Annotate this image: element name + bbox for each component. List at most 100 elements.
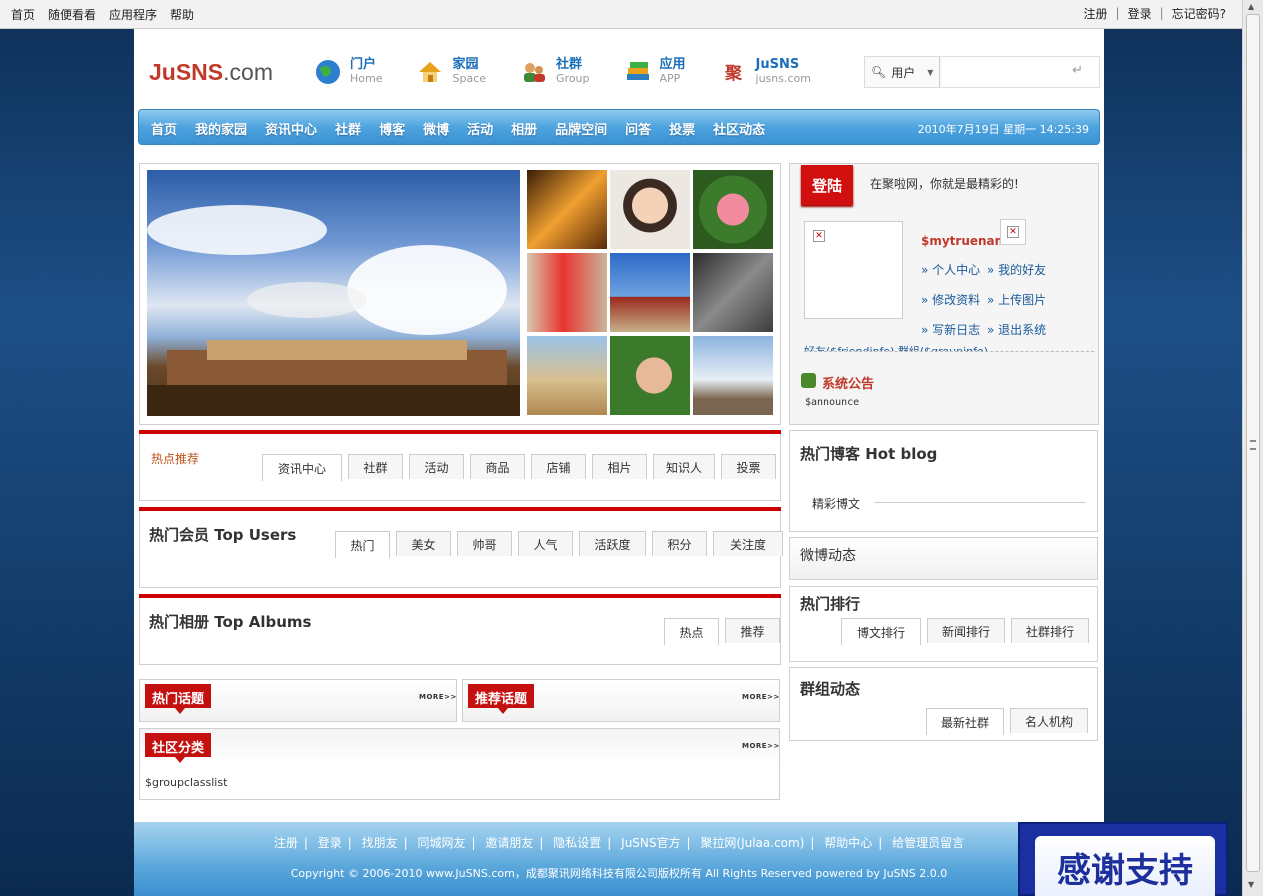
footer-link-find-friends[interactable]: 找朋友 <box>362 836 398 850</box>
thumb-photo-5[interactable] <box>610 253 690 332</box>
top-link-forgot[interactable]: 忘记密码? <box>1172 5 1226 22</box>
rec-topics-more[interactable]: MORE>> <box>742 693 780 701</box>
tab-celebrity[interactable]: 名人机构 <box>1010 708 1088 733</box>
nav-item-album[interactable]: 相册 <box>511 119 537 138</box>
link-edit-profile[interactable]: » 修改资料 <box>921 291 987 308</box>
tab-latest-group[interactable]: 最新社群 <box>926 708 1004 735</box>
friend-group-info[interactable]: 好友($friendinfo) 群组($groupinfo) <box>804 343 1094 352</box>
footer-link-julaa[interactable]: 聚拉网(Julaa.com) <box>700 836 804 850</box>
nav-item-community[interactable]: 社区动态 <box>713 119 765 138</box>
footer-link-local[interactable]: 同城网友 <box>417 836 465 850</box>
tab-beauty[interactable]: 美女 <box>396 531 451 556</box>
link-write-blog[interactable]: » 写新日志 <box>921 321 987 338</box>
portal-app[interactable]: 应用 APP <box>624 57 686 86</box>
nav-item-qa[interactable]: 问答 <box>625 119 651 138</box>
top-link-apps[interactable]: 应用程序 <box>109 6 157 23</box>
footer-link-invite[interactable]: 邀请朋友 <box>485 836 533 850</box>
tab-popular[interactable]: 人气 <box>518 531 573 556</box>
nav-item-event[interactable]: 活动 <box>467 119 493 138</box>
link-logout[interactable]: » 退出系统 <box>987 321 1067 338</box>
tab-event[interactable]: 活动 <box>409 454 464 479</box>
footer-link-message-admin[interactable]: 给管理员留言 <box>892 836 964 850</box>
thumb-photo-4[interactable] <box>527 253 607 332</box>
footer-link-official[interactable]: JuSNS官方 <box>621 836 680 850</box>
tab-hot[interactable]: 热门 <box>335 531 390 558</box>
footer-link-login[interactable]: 登录 <box>318 836 342 850</box>
tab-news-rank[interactable]: 新闻排行 <box>927 618 1005 643</box>
hot-blog-title: 热门博客 Hot blog <box>800 445 938 463</box>
nav-item-group[interactable]: 社群 <box>335 119 361 138</box>
separator: | <box>1159 6 1164 20</box>
tab-group-rank[interactable]: 社群排行 <box>1011 618 1089 643</box>
tab-expert[interactable]: 知识人 <box>653 454 715 479</box>
separator: | <box>1115 6 1120 20</box>
thanks-text: 感谢支持 <box>1035 836 1215 896</box>
hot-topics-tag[interactable]: 热门话题 <box>145 684 212 714</box>
tab-photo[interactable]: 相片 <box>592 454 647 479</box>
link-personal-center[interactable]: » 个人中心 <box>921 261 987 278</box>
tab-handsome[interactable]: 帅哥 <box>457 531 512 556</box>
broken-image-icon: ✕ <box>1000 219 1026 245</box>
tab-blog-rank[interactable]: 博文排行 <box>841 618 921 645</box>
tab-group[interactable]: 社群 <box>348 454 403 479</box>
hot-topics-more[interactable]: MORE>> <box>419 693 457 701</box>
top-link-register[interactable]: 注册 <box>1084 5 1108 22</box>
nav-item-home[interactable]: 首页 <box>151 119 177 138</box>
portal-jusns[interactable]: 聚 JuSNS jusns.com <box>720 57 811 86</box>
thanks-banner[interactable]: 感谢支持 <box>1018 822 1228 896</box>
users-icon <box>520 58 548 86</box>
nav-item-blog[interactable]: 博客 <box>379 119 405 138</box>
community-tag[interactable]: 社区分类 <box>145 733 212 763</box>
footer-link-register[interactable]: 注册 <box>274 836 298 850</box>
tab-activity[interactable]: 活跃度 <box>579 531 646 556</box>
portal-home[interactable]: 门户 Home <box>314 57 382 86</box>
portal-group[interactable]: 社群 Group <box>520 57 590 86</box>
thumb-photo-7[interactable] <box>527 336 607 415</box>
footer-link-privacy[interactable]: 隐私设置 <box>553 836 601 850</box>
globe-icon <box>314 58 342 86</box>
tab-albums-hot[interactable]: 热点 <box>664 618 719 645</box>
portal-jusns-title: JuSNS <box>755 57 800 72</box>
tab-news[interactable]: 资讯中心 <box>262 454 342 481</box>
site-logo[interactable]: JuSNS.com <box>149 59 273 86</box>
link-upload-photo[interactable]: » 上传图片 <box>987 291 1067 308</box>
chevron-down-icon: ▼ <box>927 67 934 77</box>
nav-item-brand[interactable]: 品牌空间 <box>555 119 607 138</box>
tab-albums-recommend[interactable]: 推荐 <box>725 618 780 643</box>
tab-follow[interactable]: 关注度 <box>713 531 783 556</box>
thumb-photo-1[interactable] <box>527 170 607 249</box>
group-title: 群组动态 <box>800 680 861 698</box>
thumb-photo-9[interactable] <box>693 336 773 415</box>
nav-item-vote[interactable]: 投票 <box>669 119 695 138</box>
top-link-random[interactable]: 随便看看 <box>48 6 96 23</box>
scroll-up-icon[interactable]: ▲ <box>1248 2 1254 11</box>
login-button[interactable]: 登陆 <box>801 165 853 205</box>
nav-item-news[interactable]: 资讯中心 <box>265 119 317 138</box>
top-link-home[interactable]: 首页 <box>11 6 35 23</box>
hot-blog-sub: 精彩博文 <box>812 497 861 511</box>
nav-item-myhome[interactable]: 我的家园 <box>195 119 247 138</box>
top-link-login[interactable]: 登录 <box>1128 5 1152 22</box>
thumb-photo-2[interactable] <box>610 170 690 249</box>
enter-icon[interactable]: ↵ <box>1072 63 1083 78</box>
link-my-friends[interactable]: » 我的好友 <box>987 261 1067 278</box>
tab-points[interactable]: 积分 <box>652 531 707 556</box>
rec-topics-tag[interactable]: 推荐话题 <box>468 684 535 714</box>
top-link-help[interactable]: 帮助 <box>170 6 194 23</box>
featured-photo[interactable] <box>147 170 520 416</box>
footer-link-help[interactable]: 帮助中心 <box>824 836 872 850</box>
nav-item-weibo[interactable]: 微博 <box>423 119 449 138</box>
top-users-title: 热门会员 Top Users <box>149 526 297 544</box>
tab-goods[interactable]: 商品 <box>470 454 525 479</box>
search-type-select[interactable]: 🔍︎ 用户 ▼ <box>865 57 940 87</box>
rank-title: 热门排行 <box>800 595 861 613</box>
thumb-photo-8[interactable] <box>610 336 690 415</box>
vertical-scrollbar[interactable]: ▲ ▼ <box>1242 0 1263 896</box>
scroll-down-icon[interactable]: ▼ <box>1248 880 1254 889</box>
thumb-photo-3[interactable] <box>693 170 773 249</box>
portal-space[interactable]: 家园 Space <box>416 57 486 86</box>
thumb-photo-6[interactable] <box>693 253 773 332</box>
community-more[interactable]: MORE>> <box>742 742 780 750</box>
tab-vote[interactable]: 投票 <box>721 454 776 479</box>
tab-shop[interactable]: 店铺 <box>531 454 586 479</box>
